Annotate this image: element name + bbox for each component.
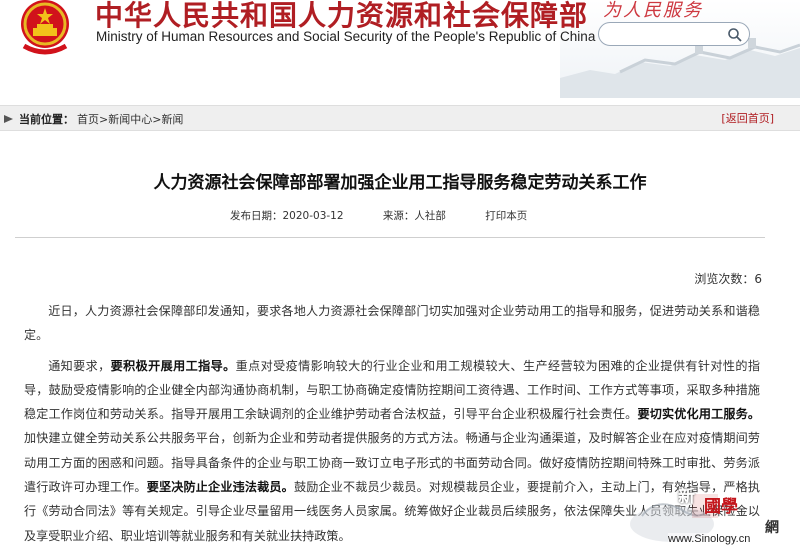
view-count: 浏览次数：6 [694, 272, 762, 286]
paragraph-emphasis: 要积极开展用工指导。 [110, 358, 236, 373]
search-input[interactable] [607, 26, 725, 42]
watermark-char-3: 網 [765, 520, 779, 536]
breadcrumb: 当前位置： 首页>新闻中心>新闻 [返回首页] [0, 105, 800, 131]
search-icon[interactable] [727, 27, 743, 43]
breadcrumb-item-news-center[interactable]: 新闻中心 [108, 113, 152, 126]
breadcrumb-label: 当前位置： [19, 113, 74, 126]
article-paragraph: 通知要求，要积极开展用工指导。重点对受疫情影响较大的行业企业和用工规模较大、生产… [24, 354, 760, 548]
back-to-home-link[interactable]: [返回首页] [721, 110, 774, 126]
publish-date: 发布日期：2020-03-12 [230, 210, 344, 222]
breadcrumb-item-news[interactable]: 新闻 [161, 113, 183, 126]
slogan-calligraphy: 为人民服务 [603, 0, 703, 21]
paragraph-text: 通知要求， [48, 358, 111, 373]
article-meta: 发布日期：2020-03-12 来源：人社部 打印本页 [230, 208, 563, 223]
paragraph-emphasis: 要坚决防止企业违法裁员。 [146, 480, 294, 495]
article-paragraph: 近日，人力资源社会保障部印发通知，要求各地人力资源社会保障部门切实加强对企业劳动… [24, 299, 760, 348]
watermark-char-1: 新 [678, 487, 695, 507]
site-header: 中华人民共和国人力资源和社会保障部 Ministry of Human Reso… [0, 0, 800, 98]
breadcrumb-item-home[interactable]: 首页 [77, 113, 99, 126]
paragraph-text: 近日，人力资源社会保障部印发通知，要求各地人力资源社会保障部门切实加强对企业劳动… [24, 304, 760, 343]
article-body: 近日，人力资源社会保障部印发通知，要求各地人力资源社会保障部门切实加强对企业劳动… [24, 299, 760, 553]
site-name-en: Ministry of Human Resources and Social S… [96, 29, 596, 44]
breadcrumb-separator: > [99, 113, 109, 126]
paragraph-emphasis: 要切实优化用工服务。 [637, 407, 760, 422]
watermark-url: www.Sinology.cn [668, 533, 751, 545]
article-source: 来源：人社部 [382, 210, 446, 222]
print-page-link[interactable]: 打印本页 [485, 210, 527, 222]
title-divider [15, 237, 765, 238]
national-emblem-icon [21, 0, 69, 55]
watermark-char-2: 國學 [704, 497, 738, 517]
location-arrow-icon [4, 115, 13, 123]
article-title: 人力资源社会保障部部署加强企业用工指导服务稳定劳动关系工作 [153, 173, 647, 193]
breadcrumb-trail: 首页>新闻中心>新闻 [77, 111, 183, 127]
search-box [598, 22, 750, 46]
